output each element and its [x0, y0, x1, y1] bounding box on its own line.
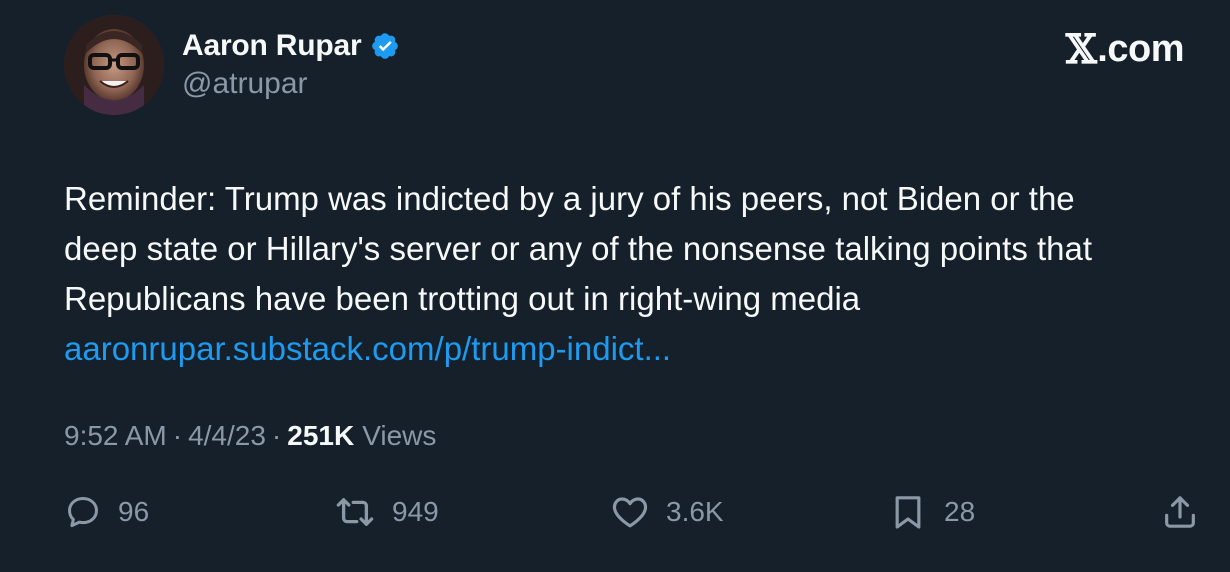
meta-separator: ·	[172, 420, 183, 451]
avatar[interactable]	[64, 15, 164, 115]
author-display-name[interactable]: Aaron Rupar	[182, 29, 362, 63]
tweet-actions: 96 949 3.6K 28	[64, 490, 1204, 534]
tweet-time[interactable]: 9:52 AM	[64, 420, 167, 452]
x-brand-logo: 𝕏 .com	[1065, 26, 1185, 73]
verified-badge-icon[interactable]	[370, 31, 400, 61]
x-logo-icon: 𝕏	[1065, 26, 1097, 73]
bookmark-count: 28	[944, 496, 976, 527]
share-button[interactable]	[1160, 490, 1200, 534]
tweet-body: Reminder: Trump was indicted by a jury o…	[64, 174, 1204, 374]
retweet-button[interactable]: 949	[334, 490, 439, 534]
meta-separator: ·	[271, 420, 282, 451]
tweet-text-line: Republicans have been trotting out in ri…	[64, 280, 861, 317]
like-count: 3.6K	[666, 496, 724, 527]
speech-bubble-icon	[64, 493, 102, 531]
like-button[interactable]: 3.6K	[610, 490, 724, 534]
share-upload-icon	[1160, 492, 1200, 532]
reply-button[interactable]: 96	[64, 490, 149, 534]
tweet-text-line: Reminder: Trump was indicted by a jury o…	[64, 180, 1075, 217]
bookmark-button[interactable]: 28	[888, 490, 975, 534]
retweet-count: 949	[392, 496, 439, 527]
views-count[interactable]: 251K	[287, 420, 354, 452]
avatar-photo	[64, 15, 164, 115]
heart-icon	[610, 492, 650, 532]
tweet-card: Aaron Rupar @atrupar 𝕏 .com Reminder: Tr…	[0, 0, 1230, 572]
tweet-link[interactable]: aaronrupar.substack.com/p/trump-indict..…	[64, 324, 1204, 374]
reply-count: 96	[118, 496, 150, 527]
retweet-icon	[334, 491, 376, 533]
tweet-meta: 9:52 AM · 4/4/23 · 251K Views	[64, 420, 436, 452]
tweet-date[interactable]: 4/4/23	[188, 420, 266, 452]
brand-domain-label: .com	[1097, 28, 1184, 70]
tweet-text-line: deep state or Hillary's server or any of…	[64, 230, 1093, 267]
author-handle[interactable]: @atrupar	[182, 67, 308, 101]
views-label: Views	[362, 420, 437, 451]
author-name-row: Aaron Rupar	[182, 28, 400, 64]
bookmark-icon	[888, 492, 928, 532]
